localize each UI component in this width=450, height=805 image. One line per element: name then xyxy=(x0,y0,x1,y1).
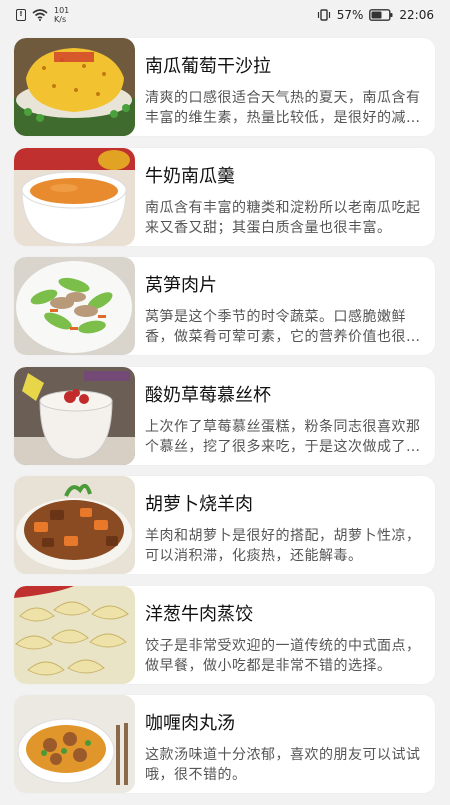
recipe-image-pumpkin-raisin-salad xyxy=(14,38,135,136)
recipe-image-lettuce-pork-slices xyxy=(14,257,135,355)
recipe-description: 饺子是非常受欢迎的一道传统的中式面点，做早餐，做小吃都是非常不错的选择。 xyxy=(145,637,421,674)
recipe-card[interactable]: 酸奶草莓慕丝杯 上次作了草莓慕丝蛋糕，粉条同志很喜欢那个慕丝，挖了很多来吃，于是… xyxy=(14,366,435,465)
recipe-description: 莴笋是这个季节的时令蔬菜。口感脆嫩鲜香，做菜肴可荤可素，它的营养价值也很高。 xyxy=(145,309,406,345)
vibrate-icon xyxy=(317,9,331,21)
recipe-image-carrot-braised-lamb xyxy=(14,476,135,574)
recipe-image-onion-beef-dumplings xyxy=(14,585,135,684)
recipe-description: 南瓜含有丰富的糖类和淀粉所以老南瓜吃起来又香又甜；其蛋白质含量也很丰富。 xyxy=(145,199,421,236)
recipe-card[interactable]: 南瓜葡萄干沙拉 清爽的口感很适合天气热的夏天，南瓜含有丰富的维生素，热量比较低，… xyxy=(14,38,435,136)
recipe-title: 洋葱牛肉蒸饺 xyxy=(145,603,253,625)
recipe-title: 酸奶草莓慕丝杯 xyxy=(145,384,271,406)
recipe-card[interactable]: 牛奶南瓜羹 南瓜含有丰富的糖类和淀粉所以老南瓜吃起来又香又甜；其蛋白质含量也很丰… xyxy=(14,147,435,246)
battery-percent: 57% xyxy=(336,8,364,22)
sim-card-icon: ! xyxy=(16,9,26,21)
status-left: ! 101 K/s xyxy=(16,6,69,24)
recipe-image-milk-pumpkin-soup xyxy=(14,147,135,246)
recipe-image-curry-meatball-soup xyxy=(14,695,135,793)
recipe-title: 南瓜葡萄干沙拉 xyxy=(145,56,271,77)
recipe-title: 咖喱肉丸汤 xyxy=(145,713,235,734)
status-bar: ! 101 K/s 57% 22:06 xyxy=(0,0,450,30)
recipe-description: 这款汤味道十分浓郁，喜欢的朋友可以试试哦，很不错的。 xyxy=(145,747,421,783)
recipe-card[interactable]: 莴笋肉片 莴笋是这个季节的时令蔬菜。口感脆嫩鲜香，做菜肴可荤可素，它的营养价值也… xyxy=(14,257,435,355)
recipe-card[interactable]: 洋葱牛肉蒸饺 饺子是非常受欢迎的一道传统的中式面点，做早餐，做小吃都是非常不错的… xyxy=(14,585,435,684)
recipe-title: 胡萝卜烧羊肉 xyxy=(145,494,253,515)
battery-icon xyxy=(369,9,393,21)
recipe-description: 羊肉和胡萝卜是很好的搭配，胡萝卜性凉，可以消积滞，化痰热，还能解毒。 xyxy=(145,528,421,564)
recipe-title: 莴笋肉片 xyxy=(145,275,217,296)
recipe-card[interactable]: 胡萝卜烧羊肉 羊肉和胡萝卜是很好的搭配，胡萝卜性凉，可以消积滞，化痰热，还能解毒… xyxy=(14,476,435,574)
recipe-description: 上次作了草莓慕丝蛋糕，粉条同志很喜欢那个慕丝，挖了很多来吃，于是这次做成了杯子。 xyxy=(145,418,421,455)
wifi-icon xyxy=(32,9,48,21)
network-speed-value: 101 xyxy=(54,6,70,15)
recipe-title: 牛奶南瓜羹 xyxy=(145,165,235,187)
clock-time: 22:06 xyxy=(399,8,434,22)
recipe-card[interactable]: 咖喱肉丸汤 这款汤味道十分浓郁，喜欢的朋友可以试试哦，很不错的。 xyxy=(14,695,435,793)
status-right: 57% 22:06 xyxy=(317,8,434,22)
recipe-description: 清爽的口感很适合天气热的夏天，南瓜含有丰富的维生素，热量比较低，是很好的减肥食品… xyxy=(145,90,421,126)
network-speed: 101 K/s xyxy=(54,6,69,24)
recipe-list: 南瓜葡萄干沙拉 清爽的口感很适合天气热的夏天，南瓜含有丰富的维生素，热量比较低，… xyxy=(14,38,435,805)
network-speed-unit: K/s xyxy=(54,15,67,24)
recipe-image-yogurt-strawberry-mousse xyxy=(14,366,135,465)
